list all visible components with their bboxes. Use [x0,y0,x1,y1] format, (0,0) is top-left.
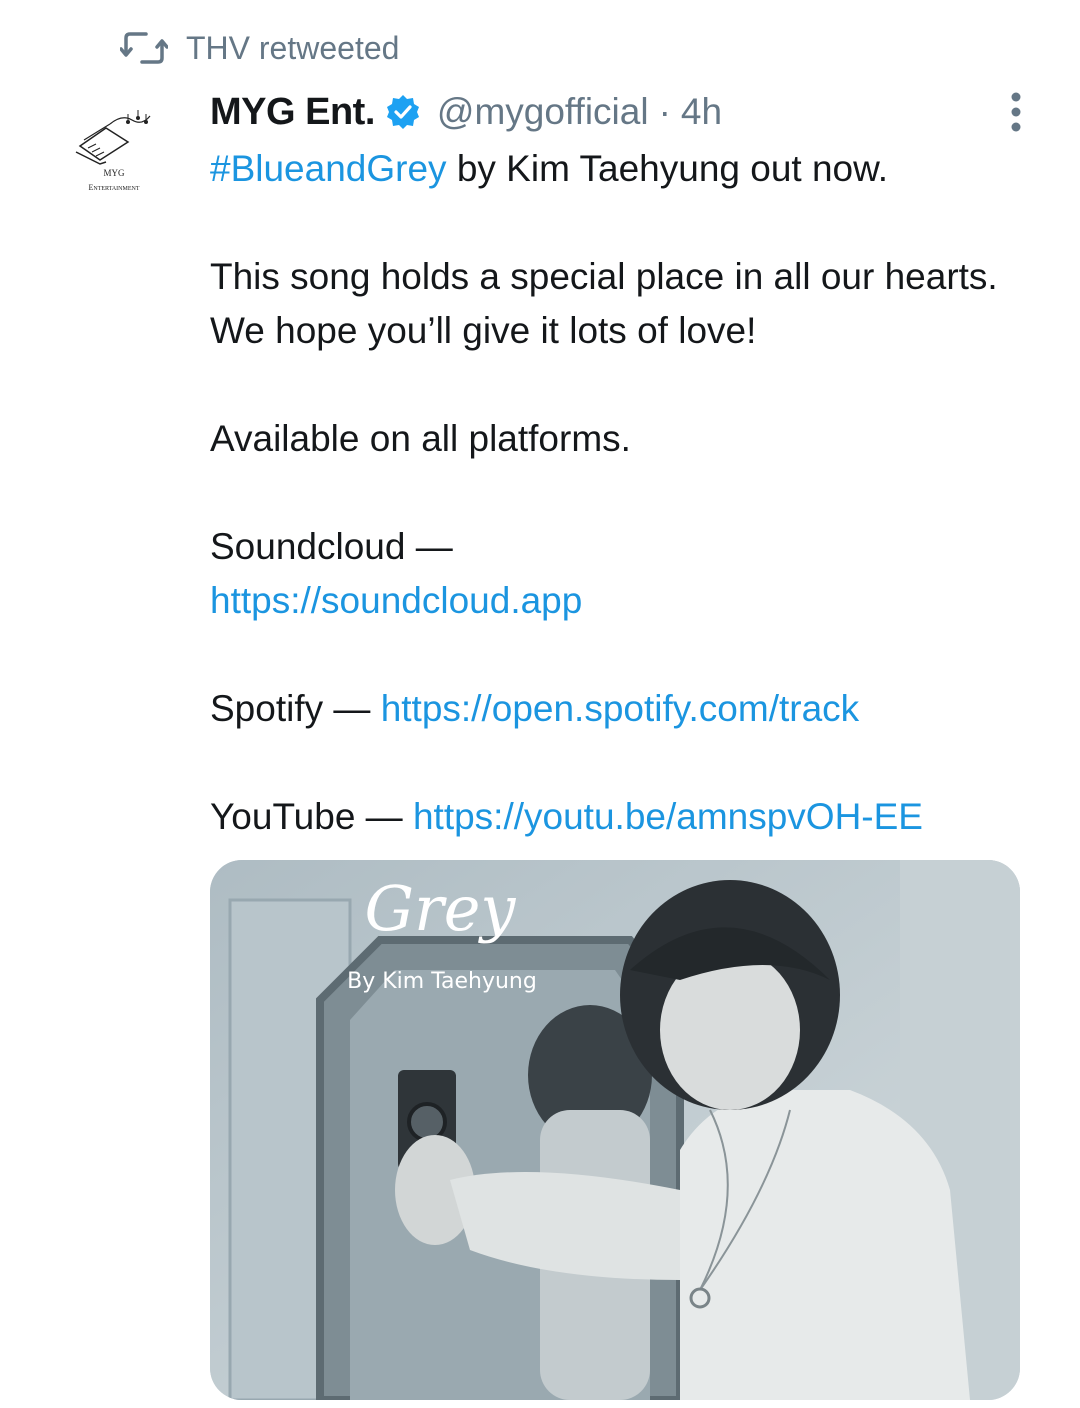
retweet-icon [120,30,168,66]
hashtag-link[interactable]: #BlueandGrey [210,148,447,189]
youtube-label: YouTube — [210,796,413,837]
retweet-label: THV retweeted [186,29,400,66]
retweet-context[interactable]: THV retweeted [120,28,399,68]
spotify-link[interactable]: https://open.spotify.com/track [381,688,859,729]
spotify-line: Spotify — https://open.spotify.com/track [210,682,1030,736]
tweet-line-1: #BlueandGrey by Kim Taehyung out now. [210,142,1030,196]
tweet-header: MYG Ent. @mygofficial · 4h [210,86,722,138]
media-title-script: Grey [365,872,517,945]
verified-badge-icon [385,94,421,130]
avatar[interactable]: MYG Entertainment [66,100,162,200]
tweet-timestamp[interactable]: 4h [681,91,722,133]
spotify-label: Spotify — [210,688,381,729]
display-name[interactable]: MYG Ent. [210,91,375,134]
avatar-text-top: MYG [103,168,125,178]
youtube-line: YouTube — https://youtu.be/amnspvOH-EE [210,790,1030,844]
tweet-text: #BlueandGrey by Kim Taehyung out now. Th… [210,142,1030,844]
more-options-icon[interactable] [1004,92,1028,132]
author-handle[interactable]: @mygofficial [437,91,649,133]
separator-dot: · [658,91,671,132]
youtube-link[interactable]: https://youtu.be/amnspvOH-EE [413,796,923,837]
soundcloud-link[interactable]: https://soundcloud.app [210,580,582,621]
avatar-text-bottom: Entertainment [88,183,139,192]
soundcloud-label: Soundcloud — [210,526,453,567]
line1-text: by Kim Taehyung out now. [446,148,889,189]
tweet-media-image[interactable]: Grey By Kim Taehyung [210,860,1020,1400]
soundcloud-line: Soundcloud — https://soundcloud.app [210,520,1030,628]
tweet-paragraph-2: This song holds a special place in all o… [210,256,998,351]
media-subtitle: By Kim Taehyung [347,969,537,994]
tweet-paragraph-3: Available on all platforms. [210,418,631,459]
